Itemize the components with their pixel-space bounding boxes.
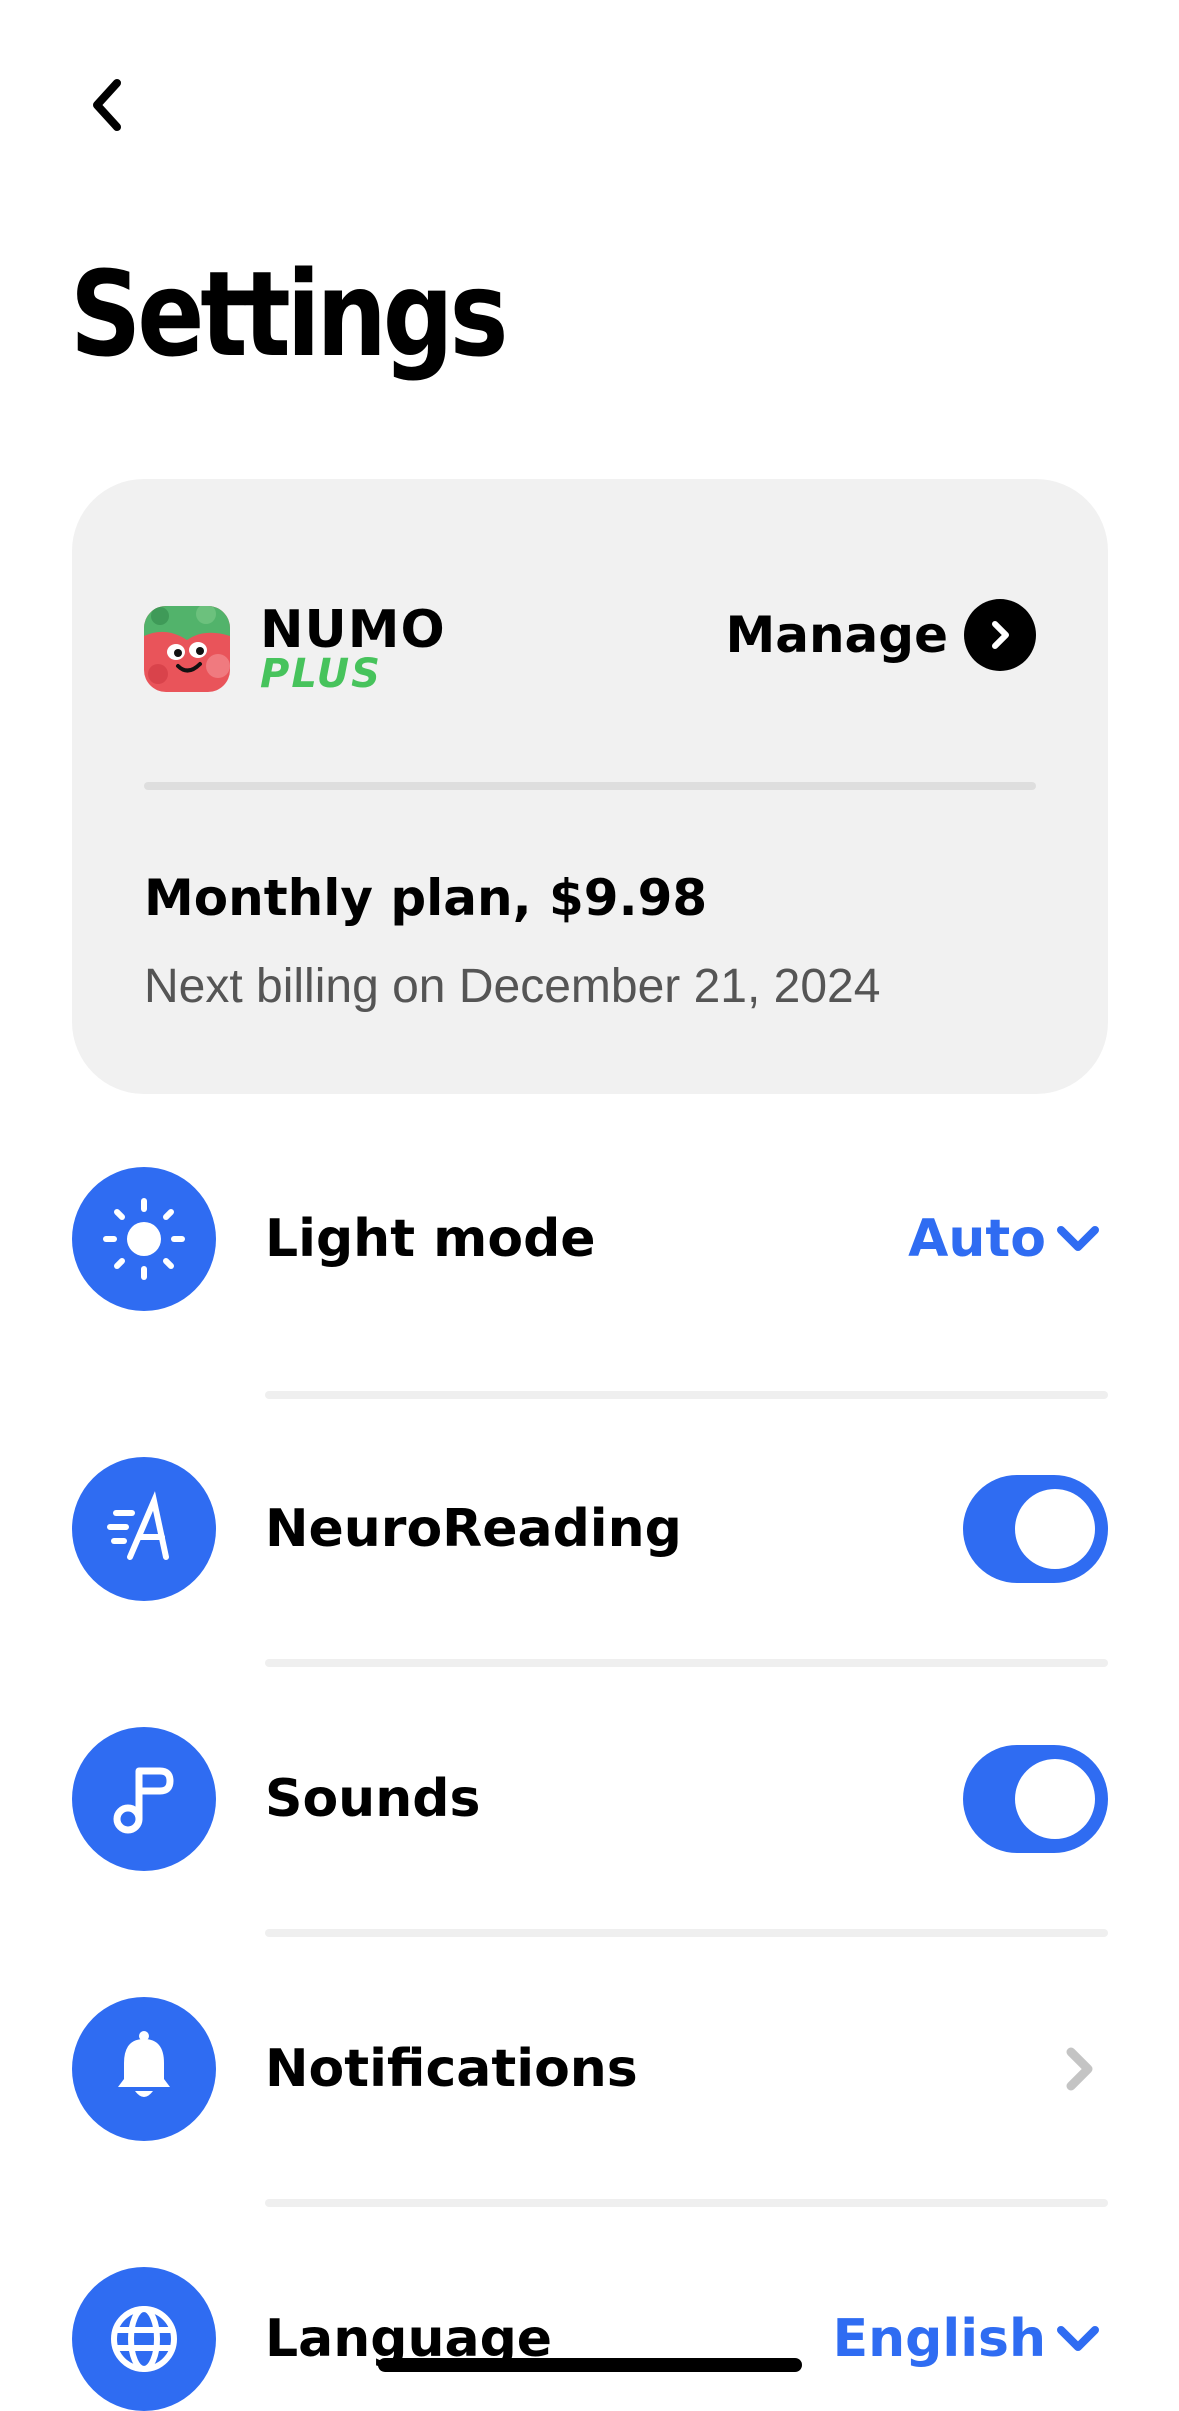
manage-button[interactable]: Manage (725, 599, 1036, 671)
chevron-right-icon[interactable] (1064, 2046, 1094, 2092)
chevron-down-icon (1057, 2326, 1099, 2351)
setting-label: Notifications (265, 2039, 638, 2099)
light-mode-dropdown[interactable]: Auto (908, 1209, 1100, 1269)
toggle-knob (1015, 1489, 1095, 1569)
row-divider (265, 1391, 1108, 1399)
card-divider (144, 782, 1036, 790)
page-title: Settings (70, 245, 508, 383)
globe-icon (72, 2267, 216, 2411)
setting-label: Sounds (265, 1769, 481, 1829)
numo-plus-logo: NUMO PLUS (144, 604, 446, 694)
next-billing-text: Next billing on December 21, 2024 (144, 960, 881, 1013)
logo-brand-text: NUMO (260, 600, 446, 660)
language-dropdown[interactable]: English (833, 2309, 1100, 2369)
sun-icon (72, 1167, 216, 1311)
dropdown-value: Auto (908, 1209, 1046, 1269)
dropdown-value: English (832, 2309, 1046, 2369)
row-divider (265, 1659, 1108, 1667)
setting-notifications[interactable]: Notifications (72, 1997, 1108, 2141)
numo-mascot-icon (144, 606, 230, 692)
home-indicator (378, 2358, 802, 2372)
setting-sounds: Sounds (72, 1727, 1108, 1871)
setting-label: Light mode (265, 1209, 596, 1269)
subscription-card: NUMO PLUS Manage Monthly plan, $9.98 Nex… (72, 479, 1108, 1094)
setting-neuroreading: NeuroReading (72, 1457, 1108, 1601)
chevron-left-icon (93, 79, 121, 131)
manage-label: Manage (725, 606, 948, 664)
row-divider (265, 1929, 1108, 1937)
neuroreading-icon (72, 1457, 216, 1601)
row-divider (265, 2199, 1108, 2207)
setting-label: NeuroReading (265, 1499, 682, 1559)
chevron-down-icon (1057, 1226, 1099, 1251)
neuroreading-toggle[interactable] (963, 1475, 1108, 1583)
toggle-knob (1015, 1759, 1095, 1839)
sounds-toggle[interactable] (963, 1745, 1108, 1853)
back-button[interactable] (62, 60, 152, 150)
setting-light-mode[interactable]: Light mode Auto (72, 1167, 1108, 1311)
bell-icon (72, 1997, 216, 2141)
logo-tier-text: PLUS (260, 651, 382, 697)
plan-name: Monthly plan, $9.98 (144, 869, 708, 927)
music-note-icon (72, 1727, 216, 1871)
setting-language[interactable]: Language English (72, 2267, 1108, 2411)
chevron-right-circle-icon (964, 599, 1036, 671)
